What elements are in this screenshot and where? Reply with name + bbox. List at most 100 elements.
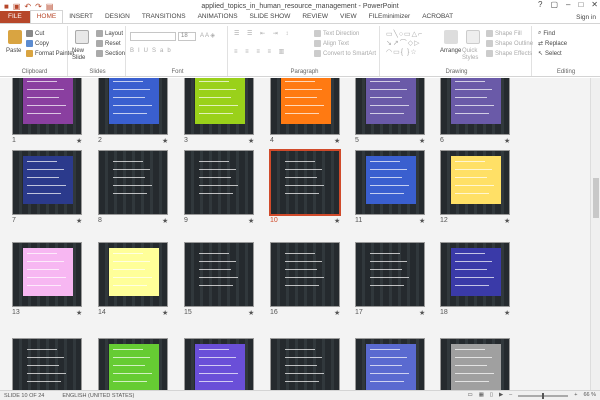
font-name-input[interactable]	[130, 32, 176, 41]
zoom-slider[interactable]	[518, 392, 569, 399]
tab-view[interactable]: VIEW	[334, 11, 363, 23]
font-format-buttons[interactable]: BIUSab	[130, 48, 175, 54]
help-icon[interactable]: ?	[538, 0, 542, 9]
cut-icon	[26, 30, 33, 37]
slideshow-view-icon[interactable]: ▶	[499, 391, 503, 400]
slide-counter: SLIDE 10 OF 24	[4, 392, 45, 399]
slide-text-line	[285, 89, 322, 90]
font-grow-shrink-buttons[interactable]: A A ◈	[200, 32, 215, 39]
tab-slide-show[interactable]: SLIDE SHOW	[244, 11, 297, 23]
slide-thumbnail[interactable]	[270, 338, 340, 390]
zoom-level[interactable]: 66 %	[583, 391, 596, 400]
zoom-in-button[interactable]: +	[574, 391, 577, 400]
tab-fileminimizer[interactable]: FILEminimizer	[363, 11, 417, 23]
layout-button[interactable]: Layout	[96, 30, 123, 37]
slide-thumbnail[interactable]	[184, 78, 254, 135]
normal-view-icon[interactable]: ▭	[468, 391, 473, 400]
slide-text-line	[199, 97, 231, 98]
slide-thumbnail[interactable]	[98, 338, 168, 390]
find-button[interactable]: ⌕ Find	[538, 30, 555, 37]
slide-thumbnail[interactable]	[440, 338, 510, 390]
font-size-input[interactable]: 18	[178, 32, 196, 41]
slide-text-line	[113, 169, 150, 170]
tab-animations[interactable]: ANIMATIONS	[192, 11, 244, 23]
quick-styles-button[interactable]: Quick Styles	[462, 48, 486, 62]
arrange-button[interactable]: Arrange	[440, 48, 461, 54]
slide-text-line	[285, 185, 324, 186]
slide-thumbnail[interactable]	[184, 150, 254, 215]
slide-text-line	[27, 365, 59, 366]
paste-button[interactable]: Paste	[6, 48, 21, 54]
new-slide-button[interactable]: New Slide	[72, 48, 96, 62]
slide-number: 16	[270, 309, 278, 316]
transition-star-icon: ★	[334, 310, 341, 317]
maximize-button[interactable]: □	[578, 0, 583, 9]
slide-thumbnail[interactable]	[12, 338, 82, 390]
slide-thumbnail[interactable]	[355, 338, 425, 390]
transition-star-icon: ★	[162, 138, 169, 145]
slide-thumbnail[interactable]	[355, 150, 425, 215]
shape-fill-button[interactable]: Shape Fill	[486, 30, 522, 37]
shape-outline-button[interactable]: Shape Outline	[486, 40, 533, 47]
slide-thumbnail[interactable]	[12, 78, 82, 135]
slide-text-line	[455, 381, 489, 382]
tab-insert[interactable]: INSERT	[63, 11, 99, 23]
slide-thumbnail[interactable]	[98, 78, 168, 135]
format-painter-button[interactable]: Format Painter	[26, 50, 75, 57]
vertical-scrollbar[interactable]	[590, 78, 600, 390]
cut-button[interactable]: Cut	[26, 30, 44, 37]
slide-thumbnail[interactable]	[270, 78, 340, 135]
slide-thumbnail[interactable]	[98, 242, 168, 307]
select-button[interactable]: ↖ Select	[538, 50, 562, 58]
close-button[interactable]: ✕	[591, 0, 598, 9]
slide-thumbnail[interactable]	[184, 242, 254, 307]
tab-design[interactable]: DESIGN	[99, 11, 136, 23]
copy-button[interactable]: Copy	[26, 40, 49, 47]
slide-thumbnail[interactable]	[12, 150, 82, 215]
slide-thumbnail[interactable]	[12, 242, 82, 307]
section-button[interactable]: Section	[96, 50, 125, 57]
format-painter-icon	[26, 50, 33, 57]
replace-button[interactable]: ⇄ Replace	[538, 40, 567, 48]
align-buttons[interactable]: ≡ ≡ ≡ ≡ ▥	[234, 48, 287, 55]
slide-thumbnail[interactable]	[440, 242, 510, 307]
shapes-gallery[interactable]: ▭╲○▭△⌐ ↘↗⌒◇▷ ◠▭{ }☆	[386, 30, 440, 57]
language-indicator[interactable]: ENGLISH (UNITED STATES)	[62, 393, 134, 399]
slide-thumbnail[interactable]	[355, 78, 425, 135]
slide-thumbnail[interactable]	[355, 242, 425, 307]
save-icon[interactable]: ▣	[13, 2, 21, 11]
clipboard-group: Paste Cut Copy Format Painter Clipboard	[2, 26, 75, 76]
slide-thumbnail[interactable]	[269, 149, 341, 216]
tab-review[interactable]: REVIEW	[296, 11, 334, 23]
minimize-button[interactable]: –	[566, 0, 570, 9]
new-slide-icon	[75, 30, 89, 44]
slide-thumbnail[interactable]	[184, 338, 254, 390]
slide-sorter-view-icon[interactable]: ▦	[479, 391, 484, 400]
list-buttons[interactable]: ☰ ☰ ⇤ ⇥ ↕	[234, 30, 291, 37]
reset-button[interactable]: Reset	[96, 40, 121, 47]
shape-effects-button[interactable]: Shape Effects	[486, 50, 532, 57]
slide-thumbnail[interactable]	[440, 78, 510, 135]
text-direction-button[interactable]: Text Direction	[314, 30, 359, 37]
slide-text-line	[199, 81, 229, 82]
tab-home[interactable]: HOME	[29, 10, 64, 23]
slide-content-box	[451, 344, 501, 390]
tab-acrobat[interactable]: ACROBAT	[416, 11, 459, 23]
convert-smartart-button[interactable]: Convert to SmartArt	[314, 50, 376, 57]
slide-text-line	[370, 113, 404, 114]
shape-effects-icon	[486, 50, 493, 57]
zoom-out-button[interactable]: –	[509, 391, 512, 400]
slide-thumbnail[interactable]	[270, 242, 340, 307]
slide-text-line	[27, 81, 57, 82]
reading-view-icon[interactable]: ▯	[490, 391, 493, 400]
slide-thumbnail[interactable]	[98, 150, 168, 215]
scrollbar-thumb[interactable]	[593, 178, 599, 218]
tab-file[interactable]: FILE	[0, 11, 30, 23]
ribbon-display-icon[interactable]: ▢	[550, 0, 558, 9]
tab-transitions[interactable]: TRANSITIONS	[136, 11, 192, 23]
slide-number: 18	[440, 309, 448, 316]
align-text-button[interactable]: Align Text	[314, 40, 349, 47]
slide-thumbnail[interactable]	[440, 150, 510, 215]
slide-text-line	[285, 97, 317, 98]
sign-in-link[interactable]: Sign in	[576, 12, 596, 24]
